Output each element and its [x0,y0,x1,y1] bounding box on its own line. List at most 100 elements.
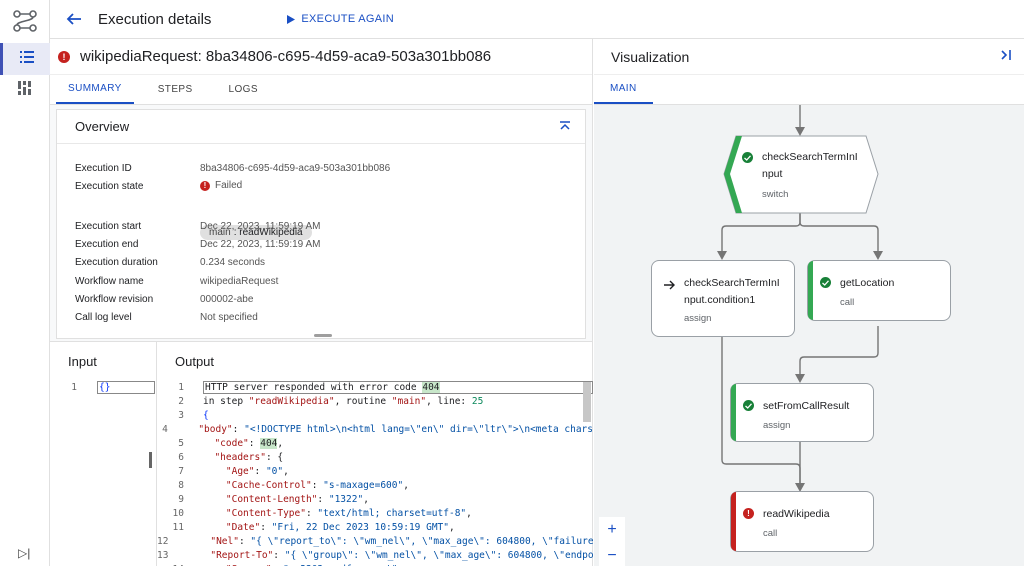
left-rail: ▷| [0,0,50,566]
output-code-line[interactable]: 9 "Content-Length": "1322", [157,492,593,506]
output-code-line[interactable]: 5 "code": 404, [157,436,593,450]
top-bar: Execution details EXECUTE AGAIN [50,0,1024,39]
arrow-back-icon [66,13,81,25]
node-condition-title: checkSearchTermInI nput.condition1 [684,277,780,306]
node-read-wikipedia[interactable]: ! readWikipedia call [730,491,874,552]
zoom-out-button[interactable]: − [599,543,625,566]
success-icon [820,277,831,288]
code-text: "Content-Type": "text/html; charset=utf-… [225,507,472,519]
list-icon [19,50,34,68]
resize-handle[interactable] [314,334,332,337]
code-text: "Nel": "{ \"report_to\": \"wm_nel\", \"m… [210,535,593,547]
code-text: "body": "<!DOCTYPE html>\n<html lang=\"e… [198,423,593,435]
execute-again-button[interactable]: EXECUTE AGAIN [287,13,394,25]
code-text: { [203,409,209,421]
output-code-line[interactable]: 1 HTTP server responded with error code 4… [157,380,593,394]
line-number: 2 [178,395,184,407]
line-number: 9 [178,493,184,505]
output-code-line[interactable]: 4 "body": "<!DOCTYPE html>\n<html lang=\… [157,422,593,436]
failed-icon: ! [200,180,210,191]
output-code-line[interactable]: 11 "Date": "Fri, 22 Dec 2023 10:59:19 GM… [157,520,593,534]
execution-tabs: SUMMARY STEPS LOGS [50,75,592,105]
tab-main[interactable]: MAIN [594,75,653,104]
label-execution-state: Execution state [75,181,144,192]
line-number: 5 [178,437,184,449]
value-call-log-level: Not specified [200,312,258,323]
code-text: "Report-To": "{ \"group\": \"wm_nel\", \… [210,549,593,561]
output-title: Output [175,354,215,369]
line-number: 3 [178,409,184,421]
input-code-line[interactable]: 1 {} [50,380,156,394]
node-read-wikipedia-type: call [763,528,778,539]
value-execution-id: 8ba34806-c695-4d59-aca9-503a301bb086 [200,163,391,174]
label-execution-duration: Execution duration [75,257,158,268]
output-code-line[interactable]: 8 "Cache-Control": "s-maxage=600", [157,478,593,492]
node-read-wikipedia-title: readWikipedia [763,508,830,520]
execute-again-label: EXECUTE AGAIN [301,13,394,25]
label-execution-start: Execution start [75,221,142,232]
node-get-location[interactable]: getLocation call [807,260,951,321]
tab-logs[interactable]: LOGS [217,75,270,104]
execution-name: wikipediaRequest: 8ba34806-c695-4d59-aca… [80,48,492,65]
code-text: "Content-Length": "1322", [225,493,369,505]
node-get-location-type: call [840,297,855,308]
expand-rail-icon[interactable]: ▷| [18,546,30,560]
node-switch-type: switch [762,189,789,200]
value-execution-end: Dec 22, 2023, 11:59:19 AM [200,239,321,250]
output-code-line[interactable]: 6 "headers": { [157,450,593,464]
output-pane: Output 1 HTTP server responded with error… [157,342,593,566]
code-text: "headers": { [214,451,284,463]
label-call-log-level: Call log level [75,312,132,323]
output-code-line[interactable]: 12 "Nel": "{ \"report_to\": \"wm_nel\", … [157,534,593,548]
code-text: "Date": "Fri, 22 Dec 2023 10:59:19 GMT", [225,521,455,533]
node-set-from-call-result-type: assign [763,420,791,431]
output-code-line[interactable]: 3{ [157,408,593,422]
line-number: 12 [157,535,169,547]
input-code: {} [97,380,155,394]
back-button[interactable] [62,7,86,31]
line-number: 10 [172,507,184,519]
node-condition[interactable]: checkSearchTermInI nput.condition1 assig… [651,260,795,337]
output-code-line[interactable]: 14 "Server": "mw2303.codfw.wmnet" [157,562,593,566]
output-scrollbar[interactable] [583,382,591,422]
line-number: 1 [178,381,184,393]
line-number: 7 [178,465,184,477]
play-icon [287,14,296,24]
workflow-canvas[interactable]: checkSearchTermInI nput switch checkSear… [594,105,1024,566]
overview-card: Overview Execution ID 8ba34806-c695-4d59… [56,109,586,339]
visualization-tabs: MAIN [594,75,1024,105]
output-code-line[interactable]: 2 in step "readWikipedia", routine "main"… [157,394,593,408]
value-workflow-name: wikipediaRequest [200,276,279,287]
tab-steps[interactable]: STEPS [146,75,205,104]
output-code-line[interactable]: 13 "Report-To": "{ \"group\": \"wm_nel\"… [157,548,593,562]
node-set-from-call-result[interactable]: setFromCallResult assign [730,383,874,442]
success-icon [742,152,753,163]
output-code-line[interactable]: 7 "Age": "0", [157,464,593,478]
code-text: "code": 404, [214,437,284,449]
node-get-location-title: getLocation [840,277,895,289]
label-execution-end: Execution end [75,239,139,250]
node-switch[interactable]: checkSearchTermInI nput switch [724,136,878,213]
rail-item-list[interactable] [0,43,50,75]
line-number: 8 [178,479,184,491]
collapse-panel-icon[interactable] [1000,48,1012,66]
code-text: HTTP server responded with error code 40… [203,380,593,394]
collapse-icon[interactable] [559,118,571,136]
node-switch-title: checkSearchTermInI nput [762,151,858,180]
overview-header: Overview [57,110,585,144]
output-code-line[interactable]: 10 "Content-Type": "text/html; charset=u… [157,506,593,520]
input-output-section: Input 1 {} Output 1 HTTP server responded… [50,342,593,566]
rail-item-dashboard[interactable] [0,74,50,106]
input-scrollbar[interactable] [149,452,152,468]
dashboard-icon [18,80,32,100]
zoom-in-button[interactable]: + [599,517,625,543]
code-text: "Cache-Control": "s-maxage=600", [225,479,409,491]
error-icon: ! [743,508,754,519]
overview-section: Overview Execution ID 8ba34806-c695-4d59… [50,105,592,342]
line-number: 6 [178,451,184,463]
value-execution-start: Dec 22, 2023, 11:59:19 AM [200,221,321,232]
workflows-logo-icon[interactable] [12,8,38,34]
overview-title: Overview [75,119,130,134]
tab-summary[interactable]: SUMMARY [56,75,134,104]
value-workflow-revision: 000002-abe [200,294,254,305]
